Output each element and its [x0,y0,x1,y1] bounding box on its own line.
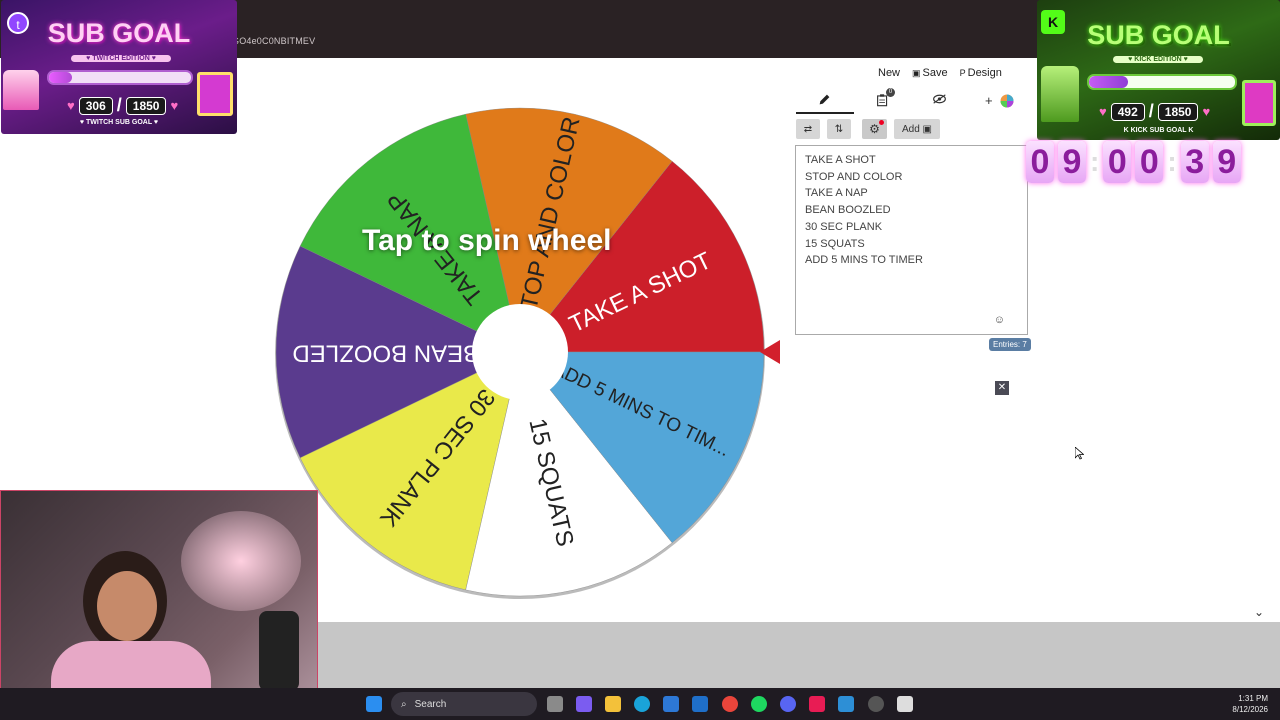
search-icon: ⌕ [401,698,407,710]
cake-icon [3,70,39,110]
webcam-light [181,511,301,611]
color-wheel-icon[interactable] [1000,94,1014,111]
countdown-timer: 0 9 : 0 0 : 3 9 [1026,138,1241,186]
kick-current: 492 [1110,102,1145,121]
kick-edition-label: ♥ KICK EDITION ♥ [1113,56,1203,63]
mouse-cursor-icon [1075,447,1084,460]
gear-icon: ⚙ [869,122,880,136]
twitch-edition-label: ♥ TWITCH EDITION ♥ [71,55,171,62]
webcam-microphone [259,611,299,691]
design-button[interactable]: P Design [960,67,1002,79]
chrome-icon[interactable] [722,696,738,712]
entry-line: BEAN BOOZLED [805,204,891,217]
wheel-slice-label: BEAN BOOZLED [292,340,479,367]
notepad-icon[interactable] [897,696,913,712]
twitch-progress-fill [49,72,73,83]
clock-date: 8/12/2026 [1232,705,1268,714]
twitch-current: 306 [78,96,113,115]
store-icon[interactable] [663,696,679,712]
task-view-icon[interactable] [547,696,563,712]
countdown-digit: 0 [1103,141,1132,183]
tab-entries[interactable] [818,93,831,109]
panel-tabs: 0 + [796,88,1028,114]
entries-textarea[interactable]: TAKE A SHOT STOP AND COLOR TAKE A NAP BE… [795,145,1028,335]
heart-icon: ♥ [170,98,179,113]
page-footer-area [318,622,1280,690]
discord-icon[interactable] [780,696,796,712]
gift-icon [197,72,233,116]
taskbar-search-label: Search [414,698,447,710]
twitch-goal-footer: ♥ TWITCH SUB GOAL ♥ [79,119,159,126]
taskbar-clock: 1:31 PM 8/12/2026 [1222,693,1268,715]
countdown-separator: : [1167,146,1177,177]
results-count-badge: 0 [886,88,895,97]
settings-alert-dot [879,120,884,125]
entry-line: 15 SQUATS [805,237,865,250]
countdown-digit: 3 [1180,141,1209,183]
spotify-icon[interactable] [751,696,767,712]
kick-goal-title: SUB GOAL [1087,20,1230,50]
save-button[interactable]: ▣ Save [912,67,948,79]
chevron-down-icon[interactable]: ⌄ [1254,605,1264,619]
twitch-goal-title: SUB GOAL [47,18,191,48]
countdown-digit: 9 [1212,141,1241,183]
windows-start-icon[interactable] [366,696,382,712]
entry-line: 30 SEC PLANK [805,220,883,233]
wheel-center-hub[interactable] [472,304,568,400]
kick-goal-numbers: ♥ 492 / 1850 ♥ [1099,101,1210,122]
taskbar-search[interactable]: ⌕ Search [391,692,537,716]
eye-slash-icon [933,94,946,104]
webcam-person-face [97,571,157,641]
tab-add[interactable]: + [985,93,993,108]
entry-line: TAKE A NAP [805,187,868,200]
outlook-icon[interactable] [692,696,708,712]
tab-hidden[interactable] [932,93,947,108]
add-image-button[interactable]: Add ▣ [894,119,940,139]
tap-to-spin-label[interactable]: Tap to spin wheel [362,224,611,258]
entries-count-badge: Entries: 7 [989,338,1031,351]
clock-time: 1:31 PM [1238,694,1268,703]
kick-goal-footer: K KICK SUB GOAL K [1123,127,1194,134]
countdown-digit: 0 [1135,141,1164,183]
sort-button[interactable]: ⇅ [827,119,851,139]
app-icon[interactable] [838,696,854,712]
pencil-icon [819,94,830,105]
countdown-digit: 0 [1026,141,1054,183]
entry-line: ADD 5 MINS TO TIMER [805,254,923,267]
tab-active-underline [796,112,854,114]
file-explorer-icon[interactable] [605,696,621,712]
entry-line: STOP AND COLOR [805,170,903,183]
kick-progress-track [1087,74,1237,90]
kick-target: 1850 [1157,102,1199,121]
countdown-separator: : [1090,146,1100,177]
twitch-progress-track [47,70,193,85]
heart-icon: ♥ [1099,104,1107,119]
kick-sub-goal-overlay: K SUB GOAL ♥ KICK EDITION ♥ ♥ 492 / 1850… [1037,0,1280,140]
entry-line: TAKE A SHOT [805,154,876,166]
heart-icon: ♥ [67,98,75,113]
heart-icon: ♥ [1202,104,1211,119]
wheel-toolbar: New ▣ Save P Design [878,67,1002,79]
paint-icon: P [959,68,966,78]
save-icon: ▣ [912,68,921,78]
kick-progress-fill [1089,76,1128,88]
tiktok-icon[interactable] [809,696,825,712]
twitch-target: 1850 [125,96,167,115]
cake-icon [1041,66,1079,122]
slash-separator: / [1148,101,1154,121]
close-button[interactable]: ✕ [995,381,1009,395]
gift-icon [1242,80,1276,126]
twitch-goal-numbers: ♥ 306 / 1850 ♥ [67,95,178,116]
slash-separator: / [116,95,122,115]
edge-icon[interactable] [634,696,650,712]
copilot-icon[interactable] [576,696,592,712]
countdown-digit: 9 [1058,141,1086,183]
emoji-icon[interactable]: ☺ [994,314,1005,326]
twitch-sub-goal-overlay: t SUB GOAL ♥ TWITCH EDITION ♥ ♥ 306 / 18… [1,0,237,134]
settings-button[interactable]: ⚙ [862,119,887,139]
webcam-overlay [0,490,318,720]
new-button[interactable]: New [878,67,900,79]
obs-icon[interactable] [868,696,884,712]
tab-results[interactable]: 0 [876,88,895,110]
